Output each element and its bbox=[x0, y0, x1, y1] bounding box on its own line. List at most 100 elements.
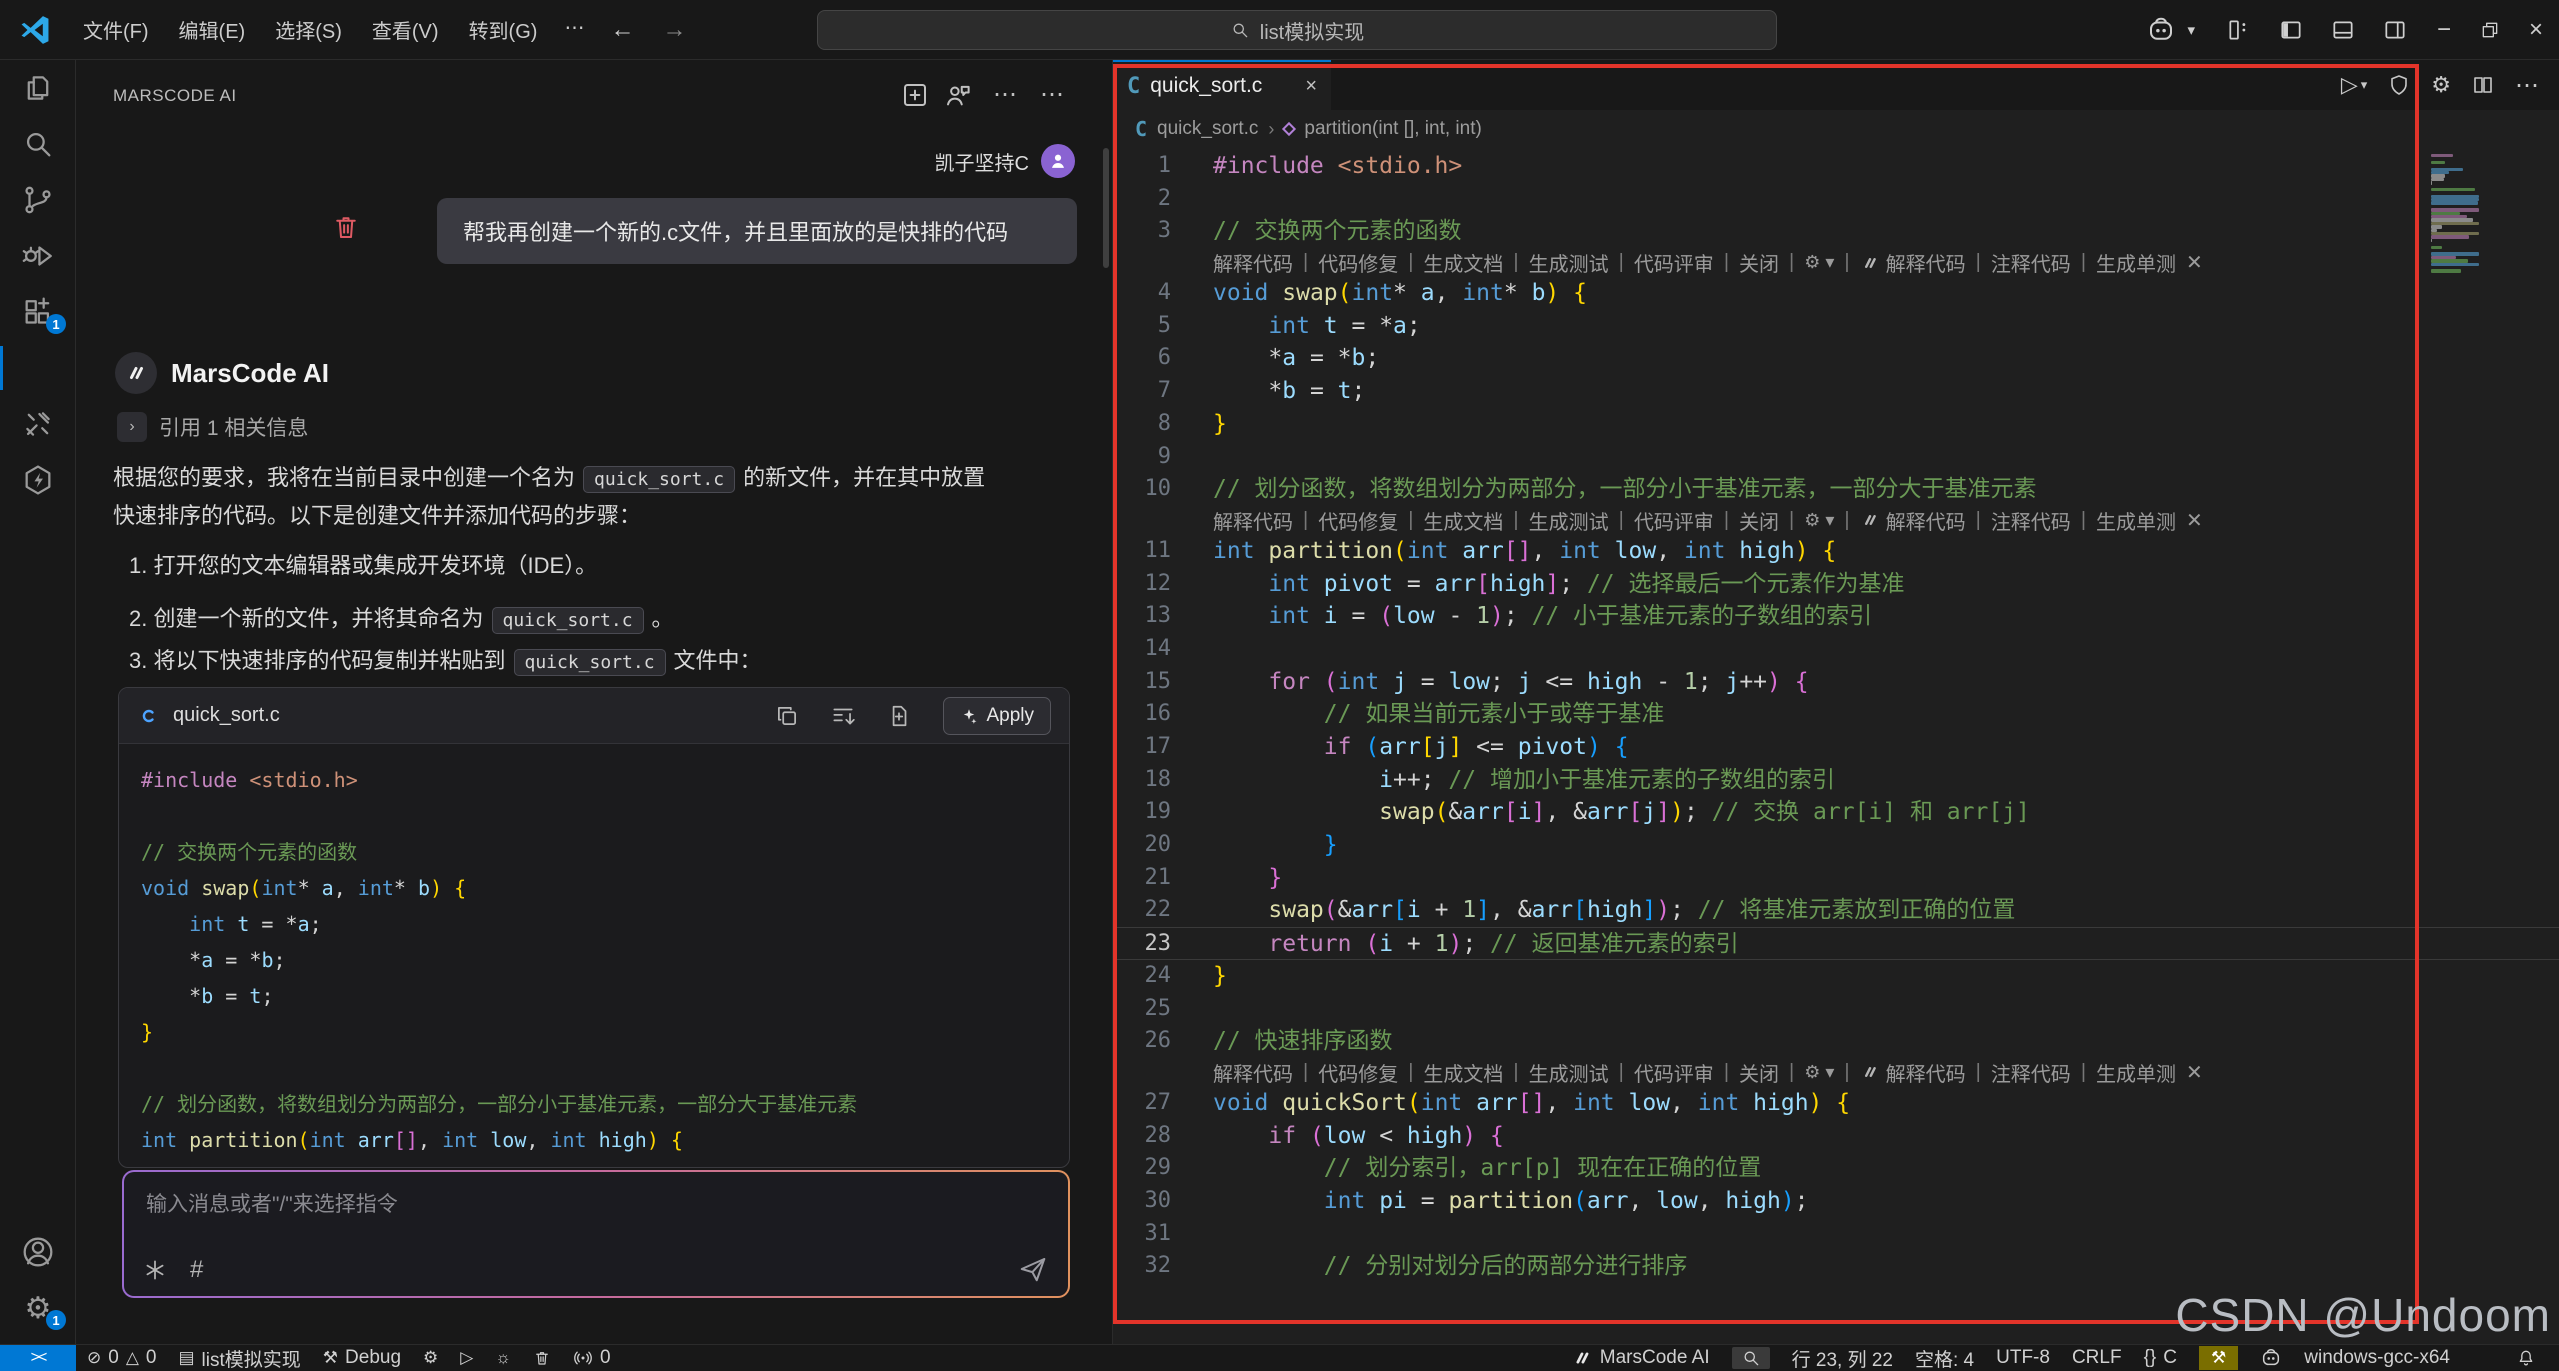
code-line-2[interactable]: 2 bbox=[1113, 183, 2559, 216]
code-line-29[interactable]: 29 // 划分索引，arr[p] 现在在正确的位置 bbox=[1113, 1152, 2559, 1185]
code-line-16[interactable]: 16 // 如果当前元素小于或等于基准 bbox=[1113, 698, 2559, 731]
codelens-link[interactable]: 生成测试 bbox=[1529, 248, 1609, 277]
code-line-3[interactable]: 3// 交换两个元素的函数 bbox=[1113, 215, 2559, 248]
code-line-6[interactable]: 6 *a = *b; bbox=[1113, 342, 2559, 375]
codelens-link[interactable]: 代码评审 bbox=[1634, 248, 1714, 277]
more-actions-icon[interactable]: ⋯ bbox=[2515, 71, 2539, 100]
chat-scrollbar[interactable] bbox=[1103, 148, 1109, 268]
codelens-link[interactable]: 生成文档 bbox=[1423, 248, 1503, 277]
code-line-17[interactable]: 17 if (arr[j] <= pivot) { bbox=[1113, 731, 2559, 764]
code-line-21[interactable]: 21 } bbox=[1113, 862, 2559, 895]
minimap[interactable] bbox=[2431, 154, 2481, 273]
shield-icon[interactable] bbox=[2387, 73, 2411, 97]
code-line-32[interactable]: 32 // 分别对划分后的两部分进行排序 bbox=[1113, 1250, 2559, 1283]
codelens-link[interactable]: 解释代码 bbox=[1886, 506, 1966, 535]
share-chat-icon[interactable] bbox=[943, 80, 973, 110]
codelens-link[interactable]: 生成文档 bbox=[1423, 506, 1503, 535]
codelens-link[interactable]: 生成文档 bbox=[1423, 1058, 1503, 1087]
codelens-link[interactable]: 注释代码 bbox=[1991, 506, 2071, 535]
activity-item-settings[interactable]: ⚙1 bbox=[0, 1280, 76, 1336]
code-line-27[interactable]: 27void quickSort(int arr[], int low, int… bbox=[1113, 1087, 2559, 1120]
menu-goto[interactable]: 转到(G) bbox=[454, 9, 553, 50]
code-line-24[interactable]: 24} bbox=[1113, 960, 2559, 993]
apply-button[interactable]: Apply bbox=[943, 697, 1051, 735]
codelens-link[interactable]: 解释代码 bbox=[1213, 1058, 1293, 1087]
codelens-link[interactable]: 代码评审 bbox=[1634, 1058, 1714, 1087]
copy-code-icon[interactable] bbox=[774, 703, 800, 729]
codelens-link[interactable]: 代码修复 bbox=[1318, 1058, 1398, 1087]
problems-status[interactable]: ⊘ 0 △ 0 bbox=[87, 1347, 156, 1369]
activity-item-power[interactable] bbox=[0, 452, 76, 508]
clean-trash-icon[interactable] bbox=[533, 1349, 551, 1367]
commands-icon[interactable] bbox=[142, 1257, 168, 1283]
code-line-5[interactable]: 5 int t = *a; bbox=[1113, 310, 2559, 343]
customize-layout-icon[interactable] bbox=[2226, 17, 2252, 43]
close-button[interactable]: × bbox=[2513, 0, 2559, 60]
context-hash-icon[interactable]: # bbox=[190, 1256, 203, 1284]
codelens-gear-icon[interactable]: ⚙ ▾ bbox=[1804, 1062, 1834, 1083]
restore-button[interactable] bbox=[2467, 0, 2513, 60]
code-line-31[interactable]: 31 bbox=[1113, 1218, 2559, 1251]
codelens-close-icon[interactable]: ✕ bbox=[2186, 250, 2203, 275]
reference-toggle[interactable]: › 引用 1 相关信息 bbox=[117, 412, 308, 442]
codelens-link[interactable]: 关闭 bbox=[1739, 248, 1779, 277]
code-line-26[interactable]: 26// 快速排序函数 bbox=[1113, 1025, 2559, 1058]
codelens-link[interactable]: 注释代码 bbox=[1991, 1058, 2071, 1087]
code-line-25[interactable]: 25 bbox=[1113, 993, 2559, 1026]
code-line-14[interactable]: 14 bbox=[1113, 633, 2559, 666]
code-line-28[interactable]: 28 if (low < high) { bbox=[1113, 1120, 2559, 1153]
new-chat-icon[interactable] bbox=[900, 80, 930, 110]
tab-quick-sort[interactable]: C quick_sort.c × bbox=[1113, 60, 1331, 110]
menu-edit[interactable]: 编辑(E) bbox=[164, 9, 261, 50]
codelens-link[interactable]: 代码修复 bbox=[1318, 506, 1398, 535]
codelens-gear-icon[interactable]: ⚙ ▾ bbox=[1804, 252, 1834, 273]
codelens-link[interactable]: 生成单测 bbox=[2096, 506, 2176, 535]
copilot-status-icon[interactable] bbox=[2260, 1347, 2282, 1369]
language-status[interactable]: {} C bbox=[2144, 1347, 2177, 1369]
gear-status-icon[interactable]: ⚙ bbox=[423, 1348, 438, 1368]
menu-view[interactable]: 查看(V) bbox=[357, 9, 454, 50]
encoding-status[interactable]: UTF-8 bbox=[1996, 1347, 2050, 1369]
menu-file[interactable]: 文件(F) bbox=[68, 9, 164, 50]
codelens-link[interactable]: 解释代码 bbox=[1213, 248, 1293, 277]
activity-item-marscode[interactable] bbox=[0, 340, 76, 396]
workspace-status[interactable]: ▤ list模拟实现 bbox=[178, 1345, 300, 1371]
breadcrumb-symbol[interactable]: partition(int [], int, int) bbox=[1304, 118, 1481, 140]
build-icon[interactable]: ☼ bbox=[495, 1348, 511, 1368]
activity-item-tools[interactable] bbox=[0, 396, 76, 452]
insert-code-icon[interactable] bbox=[830, 703, 856, 729]
codelens-link[interactable]: 代码修复 bbox=[1318, 248, 1398, 277]
code-line-12[interactable]: 12 int pivot = arr[high]; // 选择最后一个元素作为基… bbox=[1113, 568, 2559, 601]
toggle-sidebar-icon[interactable] bbox=[2278, 17, 2304, 43]
code-line-30[interactable]: 30 int pi = partition(arr, low, high); bbox=[1113, 1185, 2559, 1218]
code-line-7[interactable]: 7 *b = t; bbox=[1113, 375, 2559, 408]
remote-indicator[interactable]: >< bbox=[0, 1345, 76, 1371]
codelens-link[interactable]: 关闭 bbox=[1739, 506, 1779, 535]
notifications-bell-icon[interactable] bbox=[2516, 1348, 2536, 1368]
codelens-link[interactable]: 解释代码 bbox=[1213, 506, 1293, 535]
codelens-close-icon[interactable]: ✕ bbox=[2186, 508, 2203, 533]
codelens-link[interactable]: 代码评审 bbox=[1634, 506, 1714, 535]
delete-message-icon[interactable] bbox=[331, 210, 361, 244]
copilot-chevron-icon[interactable]: ▾ bbox=[2187, 21, 2195, 39]
code-line-20[interactable]: 20 } bbox=[1113, 829, 2559, 862]
cmake-hex-icon[interactable] bbox=[2472, 1347, 2494, 1369]
chat-input[interactable]: 输入消息或者"/"来选择指令 # bbox=[124, 1172, 1068, 1296]
breadcrumb-file[interactable]: quick_sort.c bbox=[1157, 118, 1258, 140]
codelens-link[interactable]: 生成测试 bbox=[1529, 1058, 1609, 1087]
codelens-link[interactable]: 生成测试 bbox=[1529, 506, 1609, 535]
menu-selection[interactable]: 选择(S) bbox=[260, 9, 357, 50]
toggle-secondary-sidebar-icon[interactable] bbox=[2382, 17, 2408, 43]
chat-history-icon[interactable]: ⋯ bbox=[993, 80, 1023, 110]
codelens-link[interactable]: 生成单测 bbox=[2096, 1058, 2176, 1087]
tab-close-icon[interactable]: × bbox=[1305, 75, 1317, 98]
code-line-19[interactable]: 19 swap(&arr[i], &arr[j]); // 交换 arr[i] … bbox=[1113, 796, 2559, 829]
code-line-18[interactable]: 18 i++; // 增加小于基准元素的子数组的索引 bbox=[1113, 764, 2559, 797]
code-line-8[interactable]: 8} bbox=[1113, 408, 2559, 441]
code-line-4[interactable]: 4void swap(int* a, int* b) { bbox=[1113, 277, 2559, 310]
eol-status[interactable]: CRLF bbox=[2072, 1347, 2122, 1369]
marscode-status[interactable]: MarsCode AI bbox=[1571, 1347, 1710, 1369]
activity-item-explorer[interactable] bbox=[0, 60, 76, 116]
code-line-10[interactable]: 10// 划分函数，将数组划分为两部分，一部分小于基准元素，一部分大于基准元素 bbox=[1113, 473, 2559, 506]
codelens-close-icon[interactable]: ✕ bbox=[2186, 1060, 2203, 1085]
